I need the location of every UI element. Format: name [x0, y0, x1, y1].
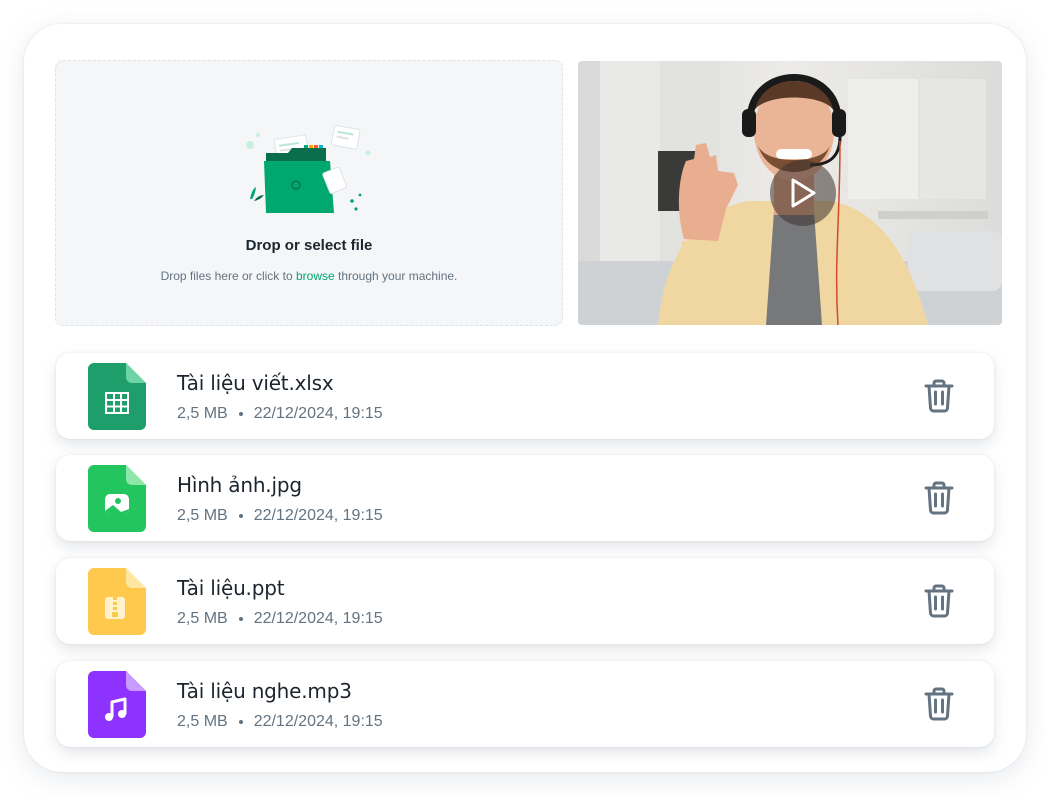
file-date: 22/12/2024, 19:15 [253, 405, 383, 422]
file-name: Hình ảnh.jpg [177, 473, 302, 497]
file-meta: 2,5 MB 22/12/2024, 19:15 [177, 610, 383, 628]
file-item[interactable]: Tài liệu nghe.mp3 2,5 MB 22/12/2024, 19:… [56, 661, 994, 747]
trash-icon[interactable] [920, 377, 958, 415]
file-size: 2,5 MB [177, 610, 228, 627]
file-item[interactable]: Tài liệu viết.xlsx 2,5 MB 22/12/2024, 19… [56, 353, 994, 439]
file-dropzone[interactable]: Drop or select file Drop files here or c… [55, 60, 563, 326]
file-size: 2,5 MB [177, 507, 228, 524]
file-meta: 2,5 MB 22/12/2024, 19:15 [177, 507, 383, 525]
music-icon [88, 671, 146, 738]
file-date: 22/12/2024, 19:15 [253, 507, 383, 524]
image-icon [88, 465, 146, 532]
file-item[interactable]: Hình ảnh.jpg 2,5 MB 22/12/2024, 19:15 [56, 455, 994, 541]
trash-icon[interactable] [920, 479, 958, 517]
separator-dot [238, 514, 243, 518]
separator-dot [238, 412, 243, 416]
dropzone-description-suffix: through your machine. [334, 269, 458, 283]
dropzone-description: Drop files here or click to browse throu… [56, 269, 562, 283]
play-icon [791, 178, 816, 208]
file-meta: 2,5 MB 22/12/2024, 19:15 [177, 713, 383, 731]
file-meta: 2,5 MB 22/12/2024, 19:15 [177, 405, 383, 423]
dropzone-description-prefix: Drop files here or click to [160, 269, 296, 283]
separator-dot [238, 720, 243, 724]
file-size: 2,5 MB [177, 713, 228, 730]
trash-icon[interactable] [920, 582, 958, 620]
trash-icon[interactable] [920, 685, 958, 723]
video-preview[interactable] [578, 61, 1002, 325]
file-item[interactable]: Tài liệu.ppt 2,5 MB 22/12/2024, 19:15 [56, 558, 994, 644]
file-date: 22/12/2024, 19:15 [253, 610, 383, 627]
play-button[interactable] [770, 160, 836, 226]
spreadsheet-icon [88, 363, 146, 430]
dropzone-title: Drop or select file [245, 237, 373, 254]
file-date: 22/12/2024, 19:15 [253, 713, 383, 730]
file-size: 2,5 MB [177, 405, 228, 422]
browse-link[interactable]: browse [296, 269, 335, 283]
separator-dot [238, 617, 243, 621]
file-name: Tài liệu.ppt [177, 576, 285, 600]
upload-card: Drop or select file Drop files here or c… [24, 24, 1026, 772]
zip-icon [88, 568, 146, 635]
folder-illustration-icon [246, 124, 371, 213]
file-name: Tài liệu viết.xlsx [177, 371, 334, 395]
file-name: Tài liệu nghe.mp3 [177, 679, 352, 703]
